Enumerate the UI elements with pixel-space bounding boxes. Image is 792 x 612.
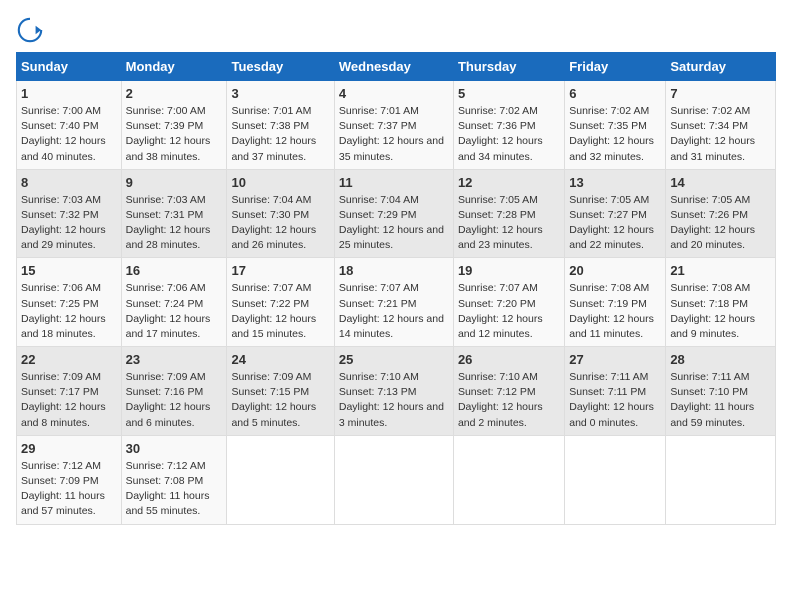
day-number: 5 [458, 85, 560, 104]
table-cell: 17Sunrise: 7:07 AMSunset: 7:22 PMDayligh… [227, 258, 334, 347]
day-number: 28 [670, 351, 771, 370]
table-cell: 20Sunrise: 7:08 AMSunset: 7:19 PMDayligh… [565, 258, 666, 347]
table-cell: 25Sunrise: 7:10 AMSunset: 7:13 PMDayligh… [334, 347, 453, 436]
calendar-table: Sunday Monday Tuesday Wednesday Thursday… [16, 52, 776, 525]
day-number: 1 [21, 85, 117, 104]
table-cell: 6Sunrise: 7:02 AMSunset: 7:35 PMDaylight… [565, 81, 666, 170]
table-cell: 27Sunrise: 7:11 AMSunset: 7:11 PMDayligh… [565, 347, 666, 436]
day-number: 20 [569, 262, 661, 281]
table-row: 1Sunrise: 7:00 AMSunset: 7:40 PMDaylight… [17, 81, 776, 170]
day-number: 12 [458, 174, 560, 193]
day-number: 10 [231, 174, 329, 193]
day-number: 6 [569, 85, 661, 104]
day-number: 22 [21, 351, 117, 370]
table-cell [227, 435, 334, 524]
table-cell: 18Sunrise: 7:07 AMSunset: 7:21 PMDayligh… [334, 258, 453, 347]
table-cell: 3Sunrise: 7:01 AMSunset: 7:38 PMDaylight… [227, 81, 334, 170]
day-number: 24 [231, 351, 329, 370]
day-number: 27 [569, 351, 661, 370]
day-number: 4 [339, 85, 449, 104]
day-number: 13 [569, 174, 661, 193]
table-cell: 21Sunrise: 7:08 AMSunset: 7:18 PMDayligh… [666, 258, 776, 347]
table-cell: 29Sunrise: 7:12 AMSunset: 7:09 PMDayligh… [17, 435, 122, 524]
table-cell: 15Sunrise: 7:06 AMSunset: 7:25 PMDayligh… [17, 258, 122, 347]
day-number: 8 [21, 174, 117, 193]
day-number: 30 [126, 440, 223, 459]
day-number: 19 [458, 262, 560, 281]
table-cell: 9Sunrise: 7:03 AMSunset: 7:31 PMDaylight… [121, 169, 227, 258]
table-cell [334, 435, 453, 524]
table-row: 22Sunrise: 7:09 AMSunset: 7:17 PMDayligh… [17, 347, 776, 436]
day-number: 23 [126, 351, 223, 370]
header [16, 16, 776, 44]
table-cell: 2Sunrise: 7:00 AMSunset: 7:39 PMDaylight… [121, 81, 227, 170]
table-cell: 16Sunrise: 7:06 AMSunset: 7:24 PMDayligh… [121, 258, 227, 347]
table-cell: 4Sunrise: 7:01 AMSunset: 7:37 PMDaylight… [334, 81, 453, 170]
day-number: 9 [126, 174, 223, 193]
logo [16, 16, 48, 44]
table-cell: 14Sunrise: 7:05 AMSunset: 7:26 PMDayligh… [666, 169, 776, 258]
table-cell: 8Sunrise: 7:03 AMSunset: 7:32 PMDaylight… [17, 169, 122, 258]
table-cell: 13Sunrise: 7:05 AMSunset: 7:27 PMDayligh… [565, 169, 666, 258]
table-cell: 24Sunrise: 7:09 AMSunset: 7:15 PMDayligh… [227, 347, 334, 436]
col-thursday: Thursday [453, 53, 564, 81]
day-number: 29 [21, 440, 117, 459]
table-cell [565, 435, 666, 524]
table-row: 15Sunrise: 7:06 AMSunset: 7:25 PMDayligh… [17, 258, 776, 347]
table-cell: 28Sunrise: 7:11 AMSunset: 7:10 PMDayligh… [666, 347, 776, 436]
day-number: 15 [21, 262, 117, 281]
table-cell: 11Sunrise: 7:04 AMSunset: 7:29 PMDayligh… [334, 169, 453, 258]
col-monday: Monday [121, 53, 227, 81]
logo-icon [16, 16, 44, 44]
table-row: 8Sunrise: 7:03 AMSunset: 7:32 PMDaylight… [17, 169, 776, 258]
day-number: 14 [670, 174, 771, 193]
table-cell: 10Sunrise: 7:04 AMSunset: 7:30 PMDayligh… [227, 169, 334, 258]
table-cell: 5Sunrise: 7:02 AMSunset: 7:36 PMDaylight… [453, 81, 564, 170]
header-row: Sunday Monday Tuesday Wednesday Thursday… [17, 53, 776, 81]
day-number: 3 [231, 85, 329, 104]
col-tuesday: Tuesday [227, 53, 334, 81]
table-cell: 22Sunrise: 7:09 AMSunset: 7:17 PMDayligh… [17, 347, 122, 436]
day-number: 18 [339, 262, 449, 281]
day-number: 16 [126, 262, 223, 281]
table-cell: 12Sunrise: 7:05 AMSunset: 7:28 PMDayligh… [453, 169, 564, 258]
table-cell: 23Sunrise: 7:09 AMSunset: 7:16 PMDayligh… [121, 347, 227, 436]
table-cell [666, 435, 776, 524]
day-number: 11 [339, 174, 449, 193]
table-cell: 26Sunrise: 7:10 AMSunset: 7:12 PMDayligh… [453, 347, 564, 436]
table-row: 29Sunrise: 7:12 AMSunset: 7:09 PMDayligh… [17, 435, 776, 524]
day-number: 7 [670, 85, 771, 104]
table-cell: 1Sunrise: 7:00 AMSunset: 7:40 PMDaylight… [17, 81, 122, 170]
day-number: 25 [339, 351, 449, 370]
day-number: 17 [231, 262, 329, 281]
col-sunday: Sunday [17, 53, 122, 81]
col-wednesday: Wednesday [334, 53, 453, 81]
table-cell: 30Sunrise: 7:12 AMSunset: 7:08 PMDayligh… [121, 435, 227, 524]
table-cell: 19Sunrise: 7:07 AMSunset: 7:20 PMDayligh… [453, 258, 564, 347]
day-number: 2 [126, 85, 223, 104]
col-saturday: Saturday [666, 53, 776, 81]
table-cell [453, 435, 564, 524]
day-number: 26 [458, 351, 560, 370]
day-number: 21 [670, 262, 771, 281]
col-friday: Friday [565, 53, 666, 81]
table-cell: 7Sunrise: 7:02 AMSunset: 7:34 PMDaylight… [666, 81, 776, 170]
